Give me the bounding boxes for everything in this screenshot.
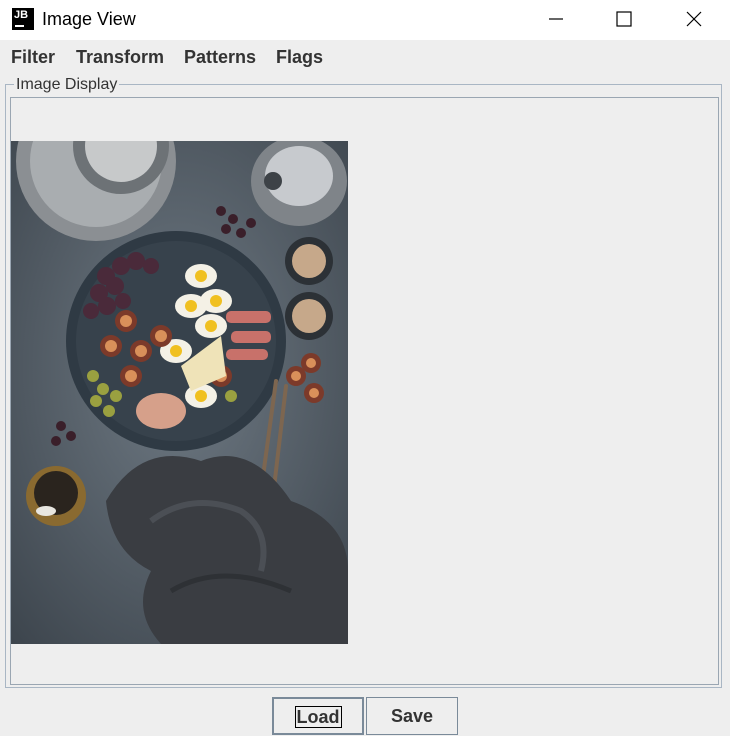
close-button[interactable] — [671, 0, 717, 38]
maximize-icon — [616, 11, 632, 27]
menu-transform[interactable]: Transform — [76, 47, 164, 68]
panel-legend: Image Display — [14, 76, 120, 94]
menu-flags[interactable]: Flags — [276, 47, 323, 68]
minimize-button[interactable] — [533, 0, 579, 38]
maximize-button[interactable] — [601, 0, 647, 38]
save-button[interactable]: Save — [366, 697, 458, 735]
displayed-image — [11, 141, 348, 644]
food-platter-photo — [11, 141, 348, 644]
minimize-icon — [549, 18, 563, 20]
close-icon — [686, 11, 702, 27]
app-icon-text: JB — [14, 9, 29, 21]
load-button-label: Load — [294, 706, 342, 728]
title-bar: JB Image View — [0, 0, 730, 40]
app-icon: JB — [12, 8, 34, 30]
menu-bar: Filter Transform Patterns Flags — [0, 40, 730, 76]
window-title: Image View — [42, 9, 136, 29]
load-button[interactable]: Load — [272, 697, 364, 735]
menu-filter[interactable]: Filter — [11, 47, 55, 68]
menu-patterns[interactable]: Patterns — [184, 47, 256, 68]
